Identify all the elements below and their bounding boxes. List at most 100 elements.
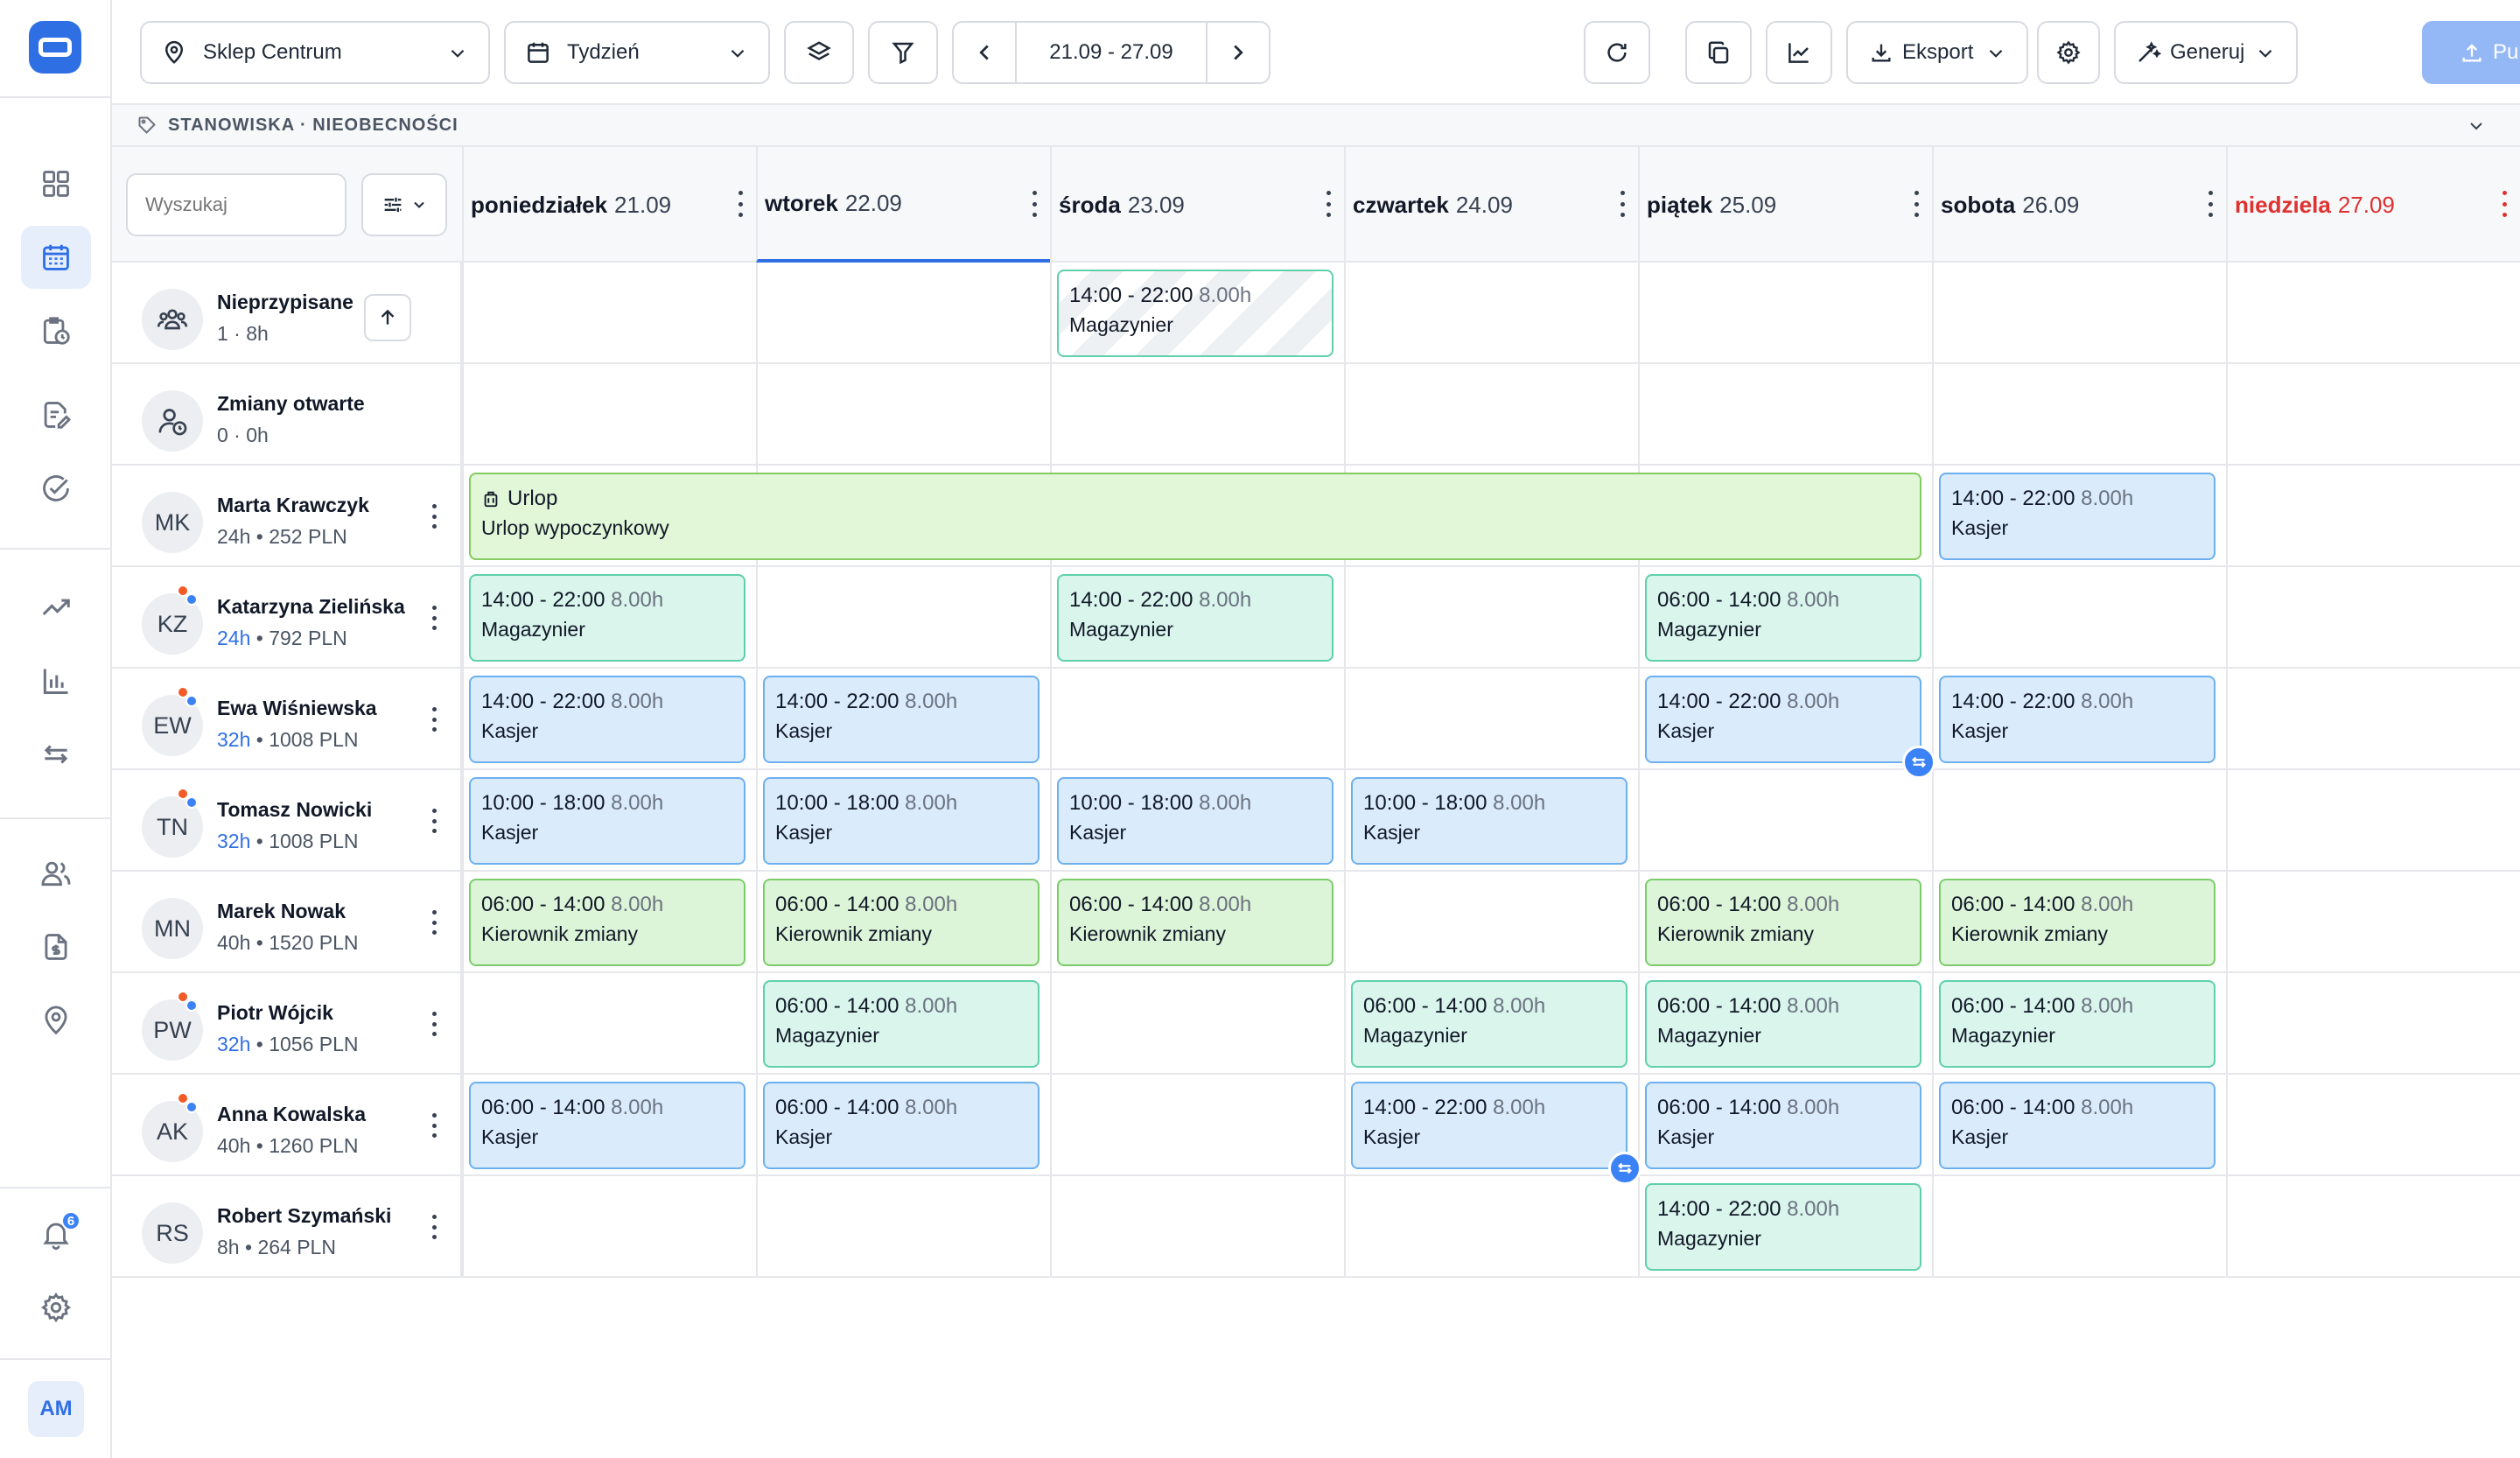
day-header-wednesday[interactable]: środa 23.09 bbox=[1050, 147, 1344, 263]
shift-card[interactable]: 06:00 - 14:00 8.00h Kierownik zmiany bbox=[1645, 879, 1922, 966]
employee-name[interactable]: Tomasz Nowicki bbox=[217, 798, 372, 822]
shift-card[interactable]: 14:00 - 22:00 8.00h Kasjer bbox=[763, 676, 1040, 763]
previous-week-button[interactable] bbox=[954, 23, 1017, 82]
employee-menu-icon[interactable] bbox=[430, 1215, 438, 1239]
shift-card[interactable]: 06:00 - 14:00 8.00h Kierownik zmiany bbox=[469, 879, 746, 966]
day-header-saturday[interactable]: sobota 26.09 bbox=[1932, 147, 2226, 263]
analytics-button[interactable] bbox=[1766, 21, 1832, 84]
day-header-tuesday[interactable]: wtorek 22.09 bbox=[756, 147, 1050, 263]
shift-time-range: 14:00 - 22:00 bbox=[1069, 284, 1194, 307]
trend-line-icon[interactable] bbox=[21, 576, 91, 639]
employee-name[interactable]: Piotr Wójcik bbox=[217, 1001, 333, 1025]
time-clipboard-icon[interactable] bbox=[21, 299, 91, 362]
day-menu-icon[interactable] bbox=[1620, 191, 1626, 217]
shift-card[interactable]: 14:00 - 22:00 8.00h Magazynier bbox=[1057, 574, 1334, 662]
shift-card[interactable]: 10:00 - 18:00 8.00h Kasjer bbox=[1351, 777, 1628, 865]
shift-card[interactable]: 06:00 - 14:00 8.00h Kasjer bbox=[1645, 1082, 1922, 1169]
swap-request-icon[interactable] bbox=[1902, 746, 1936, 779]
bar-chart-icon[interactable] bbox=[21, 649, 91, 712]
day-menu-icon[interactable] bbox=[738, 191, 744, 217]
swap-arrows-icon[interactable] bbox=[21, 723, 91, 786]
employee-menu-icon[interactable] bbox=[430, 809, 438, 833]
notifications-bell-icon[interactable]: 6 bbox=[21, 1202, 91, 1265]
day-menu-icon[interactable] bbox=[2502, 191, 2508, 217]
search-input[interactable] bbox=[126, 173, 346, 236]
employee-name[interactable]: Robert Szymański bbox=[217, 1204, 391, 1228]
shift-duration: 8.00h bbox=[1787, 994, 1840, 1018]
shift-card[interactable]: 06:00 - 14:00 8.00h Kierownik zmiany bbox=[1057, 879, 1334, 966]
shift-card[interactable]: 14:00 - 22:00 8.00h Kasjer bbox=[1939, 676, 2216, 763]
shift-card[interactable]: 14:00 - 22:00 8.00h Kasjer bbox=[1645, 676, 1922, 763]
document-edit-icon[interactable] bbox=[21, 383, 91, 446]
shift-card[interactable]: 14:00 - 22:00 8.00h Kasjer bbox=[1939, 473, 2216, 560]
employee-menu-icon[interactable] bbox=[430, 1113, 438, 1138]
shift-card[interactable]: 06:00 - 14:00 8.00h Magazynier bbox=[1645, 980, 1922, 1068]
day-menu-icon[interactable] bbox=[1032, 191, 1038, 217]
day-menu-icon[interactable] bbox=[2208, 191, 2214, 217]
settings-gear-icon[interactable] bbox=[21, 1276, 91, 1339]
breadcrumb-text[interactable]: STANOWISKA · NIEOBECNOŚCI bbox=[168, 116, 458, 136]
swap-request-icon[interactable] bbox=[1608, 1152, 1642, 1185]
collapse-up-button[interactable] bbox=[364, 294, 411, 341]
layers-button[interactable] bbox=[784, 21, 854, 84]
settings-button[interactable] bbox=[2037, 21, 2100, 84]
app-logo[interactable] bbox=[29, 21, 81, 74]
day-menu-icon[interactable] bbox=[1326, 191, 1332, 217]
shift-card[interactable]: 06:00 - 14:00 8.00h Magazynier bbox=[763, 980, 1040, 1068]
day-header-monday[interactable]: poniedziałek 21.09 bbox=[462, 147, 756, 263]
location-select[interactable]: Sklep Centrum bbox=[140, 21, 490, 84]
view-options-button[interactable] bbox=[361, 173, 447, 236]
sidebar: 6 AM bbox=[0, 0, 112, 1458]
approvals-check-icon[interactable] bbox=[21, 457, 91, 520]
view-select[interactable]: Tydzień bbox=[504, 21, 770, 84]
user-avatar[interactable]: AM bbox=[28, 1381, 84, 1437]
employee-name[interactable]: Marek Nowak bbox=[217, 900, 346, 923]
refresh-button[interactable] bbox=[1584, 21, 1650, 84]
employee-menu-icon[interactable] bbox=[430, 504, 438, 529]
shift-card[interactable]: 10:00 - 18:00 8.00h Kasjer bbox=[763, 777, 1040, 865]
date-range-label[interactable]: 21.09 - 27.09 bbox=[1017, 40, 1206, 65]
shift-card[interactable]: 06:00 - 14:00 8.00h Magazynier bbox=[1939, 980, 2216, 1068]
shift-card[interactable]: 06:00 - 14:00 8.00h Kierownik zmiany bbox=[763, 879, 1040, 966]
chevron-down-icon[interactable] bbox=[2466, 116, 2487, 137]
shift-card[interactable]: 14:00 - 22:00 8.00h Magazynier bbox=[1057, 270, 1334, 357]
publish-button[interactable]: Publikuj bbox=[2422, 21, 2520, 84]
shift-card[interactable]: 10:00 - 18:00 8.00h Kasjer bbox=[469, 777, 746, 865]
employee-name[interactable]: Marta Krawczyk bbox=[217, 494, 369, 517]
generate-button[interactable]: Generuj bbox=[2114, 21, 2298, 84]
day-header-friday[interactable]: piątek 25.09 bbox=[1638, 147, 1932, 263]
employee-name[interactable]: Katarzyna Zielińska bbox=[217, 595, 405, 619]
employee-menu-icon[interactable] bbox=[430, 910, 438, 935]
shift-card[interactable]: 14:00 - 22:00 8.00h Kasjer bbox=[1351, 1082, 1628, 1169]
shift-card[interactable]: 06:00 - 14:00 8.00h Magazynier bbox=[1351, 980, 1628, 1068]
cell-divider bbox=[756, 567, 758, 667]
shift-card[interactable]: 14:00 - 22:00 8.00h Magazynier bbox=[469, 574, 746, 662]
dashboard-icon[interactable] bbox=[21, 152, 91, 215]
location-pin-icon[interactable] bbox=[21, 989, 91, 1052]
day-menu-icon[interactable] bbox=[1914, 191, 1920, 217]
employee-name[interactable]: Ewa Wiśniewska bbox=[217, 697, 377, 720]
next-week-button[interactable] bbox=[1206, 23, 1269, 82]
day-header-thursday[interactable]: czwartek 24.09 bbox=[1344, 147, 1638, 263]
filter-button[interactable] bbox=[868, 21, 938, 84]
leave-block[interactable]: Urlop Urlop wypoczynkowy bbox=[469, 473, 1922, 560]
day-header-sunday[interactable]: niedziela 27.09 bbox=[2226, 147, 2520, 263]
payroll-document-icon[interactable] bbox=[21, 915, 91, 978]
schedule-calendar-icon[interactable] bbox=[21, 226, 91, 289]
employee-menu-icon[interactable] bbox=[430, 606, 438, 630]
employee-name[interactable]: Anna Kowalska bbox=[217, 1103, 366, 1126]
employee-menu-icon[interactable] bbox=[430, 707, 438, 732]
employee-pay: 252 PLN bbox=[269, 525, 347, 548]
shift-card[interactable]: 06:00 - 14:00 8.00h Kierownik zmiany bbox=[1939, 879, 2216, 966]
shift-card[interactable]: 14:00 - 22:00 8.00h Kasjer bbox=[469, 676, 746, 763]
shift-card[interactable]: 06:00 - 14:00 8.00h Magazynier bbox=[1645, 574, 1922, 662]
employees-icon[interactable] bbox=[21, 842, 91, 905]
copy-button[interactable] bbox=[1685, 21, 1752, 84]
employee-menu-icon[interactable] bbox=[430, 1012, 438, 1036]
export-button[interactable]: Eksport bbox=[1846, 21, 2028, 84]
shift-card[interactable]: 14:00 - 22:00 8.00h Magazynier bbox=[1645, 1183, 1922, 1271]
shift-card[interactable]: 10:00 - 18:00 8.00h Kasjer bbox=[1057, 777, 1334, 865]
shift-card[interactable]: 06:00 - 14:00 8.00h Kasjer bbox=[763, 1082, 1040, 1169]
shift-card[interactable]: 06:00 - 14:00 8.00h Kasjer bbox=[469, 1082, 746, 1169]
shift-card[interactable]: 06:00 - 14:00 8.00h Kasjer bbox=[1939, 1082, 2216, 1169]
